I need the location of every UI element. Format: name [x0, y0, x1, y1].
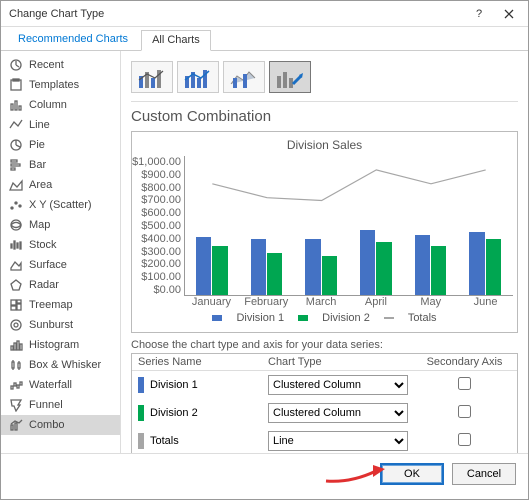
- chart-title: Division Sales: [136, 136, 513, 156]
- chart-type-select[interactable]: Clustered ColumnStacked ColumnLineAreaSc…: [268, 375, 408, 395]
- sidebar-item-treemap[interactable]: Treemap: [1, 295, 120, 315]
- window-title: Change Chart Type: [9, 8, 464, 20]
- sidebar-item-bar[interactable]: Bar: [1, 155, 120, 175]
- sidebar-item-funnel[interactable]: Funnel: [1, 395, 120, 415]
- sidebar-item-area[interactable]: Area: [1, 175, 120, 195]
- tabs: Recommended Charts All Charts: [1, 29, 528, 51]
- sidebar-item-stock[interactable]: Stock: [1, 235, 120, 255]
- chart-preview: Division Sales $1,000.00$900.00$800.00$7…: [131, 131, 518, 333]
- bar: [376, 242, 391, 295]
- chart-type-icon: [9, 278, 23, 292]
- chart-type-icon: [9, 78, 23, 92]
- chart-type-icon: [9, 58, 23, 72]
- chart-type-icon: [9, 378, 23, 392]
- section-title: Custom Combination: [131, 102, 518, 131]
- chart-type-icon: [9, 198, 23, 212]
- bar: [267, 253, 282, 295]
- combo-subtype-2[interactable]: [177, 61, 219, 93]
- series-row: Totals Clustered ColumnStacked ColumnLine…: [132, 427, 517, 453]
- plot-area: [184, 156, 513, 296]
- y-axis: $1,000.00$900.00$800.00$700.00$600.00$50…: [136, 156, 184, 296]
- chart-category-sidebar: RecentTemplatesColumnLinePieBarAreaX Y (…: [1, 51, 121, 453]
- tab-recommended[interactable]: Recommended Charts: [7, 29, 139, 50]
- chart-type-select[interactable]: Clustered ColumnStacked ColumnLineAreaSc…: [268, 431, 408, 451]
- sidebar-item-column[interactable]: Column: [1, 95, 120, 115]
- dialog-body: RecentTemplatesColumnLinePieBarAreaX Y (…: [1, 51, 528, 453]
- secondary-axis-checkbox[interactable]: [458, 433, 471, 446]
- col-secondary-axis: Secondary Axis: [418, 356, 511, 368]
- help-button[interactable]: ?: [464, 4, 494, 24]
- bar: [415, 235, 430, 295]
- sidebar-item-combo[interactable]: Combo: [1, 415, 120, 435]
- series-grid: Series Name Chart Type Secondary Axis Di…: [131, 353, 518, 453]
- chart-type-icon: [9, 118, 23, 132]
- sidebar-item-line[interactable]: Line: [1, 115, 120, 135]
- secondary-axis-checkbox[interactable]: [458, 405, 471, 418]
- combo-subtype-row: [131, 57, 518, 102]
- cancel-button[interactable]: Cancel: [452, 463, 516, 485]
- bar: [305, 239, 320, 295]
- arrow-annotation: [321, 459, 391, 487]
- bar: [360, 230, 375, 295]
- chart-type-icon: [9, 178, 23, 192]
- legend: Division 1Division 2Totals: [136, 308, 513, 328]
- chart-type-select[interactable]: Clustered ColumnStacked ColumnLineAreaSc…: [268, 403, 408, 423]
- combo-subtype-1[interactable]: [131, 61, 173, 93]
- chart-type-icon: [9, 298, 23, 312]
- sidebar-item-map[interactable]: Map: [1, 215, 120, 235]
- x-axis: JanuaryFebruaryMarchAprilMayJune: [136, 296, 513, 308]
- series-name: Totals: [150, 435, 179, 447]
- series-row: Division 1 Clustered ColumnStacked Column…: [132, 371, 517, 399]
- series-row: Division 2 Clustered ColumnStacked Column…: [132, 399, 517, 427]
- sidebar-item-surface[interactable]: Surface: [1, 255, 120, 275]
- sidebar-item-box-whisker[interactable]: Box & Whisker: [1, 355, 120, 375]
- bar: [251, 239, 266, 295]
- series-name: Division 1: [150, 379, 198, 391]
- bar: [431, 246, 446, 295]
- main-panel: Custom Combination Division Sales $1,000…: [121, 51, 528, 453]
- series-color-swatch: [138, 377, 144, 393]
- sidebar-item-histogram[interactable]: Histogram: [1, 335, 120, 355]
- chart-type-icon: [9, 238, 23, 252]
- dialog-buttons: OK Cancel: [1, 453, 528, 493]
- chart-type-icon: [9, 218, 23, 232]
- sidebar-item-sunburst[interactable]: Sunburst: [1, 315, 120, 335]
- col-series-name: Series Name: [138, 356, 268, 368]
- sidebar-item-templates[interactable]: Templates: [1, 75, 120, 95]
- chart-type-icon: [9, 358, 23, 372]
- bar: [322, 256, 337, 295]
- sidebar-item-pie[interactable]: Pie: [1, 135, 120, 155]
- close-button[interactable]: [494, 4, 524, 24]
- series-prompt: Choose the chart type and axis for your …: [131, 333, 518, 353]
- sidebar-item-recent[interactable]: Recent: [1, 55, 120, 75]
- bar: [469, 232, 484, 295]
- col-chart-type: Chart Type: [268, 356, 418, 368]
- chart-type-icon: [9, 98, 23, 112]
- titlebar: Change Chart Type ?: [1, 1, 528, 27]
- chart-type-icon: [9, 318, 23, 332]
- chart-type-icon: [9, 138, 23, 152]
- sidebar-item-x-y-scatter-[interactable]: X Y (Scatter): [1, 195, 120, 215]
- bar: [196, 237, 211, 295]
- series-name: Division 2: [150, 407, 198, 419]
- bar: [212, 246, 227, 295]
- chart-type-icon: [9, 258, 23, 272]
- chart-type-icon: [9, 158, 23, 172]
- sidebar-item-waterfall[interactable]: Waterfall: [1, 375, 120, 395]
- chart-type-icon: [9, 338, 23, 352]
- sidebar-item-radar[interactable]: Radar: [1, 275, 120, 295]
- series-color-swatch: [138, 433, 144, 449]
- bar: [486, 239, 501, 295]
- tab-all-charts[interactable]: All Charts: [141, 30, 211, 51]
- combo-subtype-custom[interactable]: [269, 61, 311, 93]
- secondary-axis-checkbox[interactable]: [458, 377, 471, 390]
- combo-subtype-3[interactable]: [223, 61, 265, 93]
- chart-type-icon: [9, 418, 23, 432]
- series-color-swatch: [138, 405, 144, 421]
- chart-type-icon: [9, 398, 23, 412]
